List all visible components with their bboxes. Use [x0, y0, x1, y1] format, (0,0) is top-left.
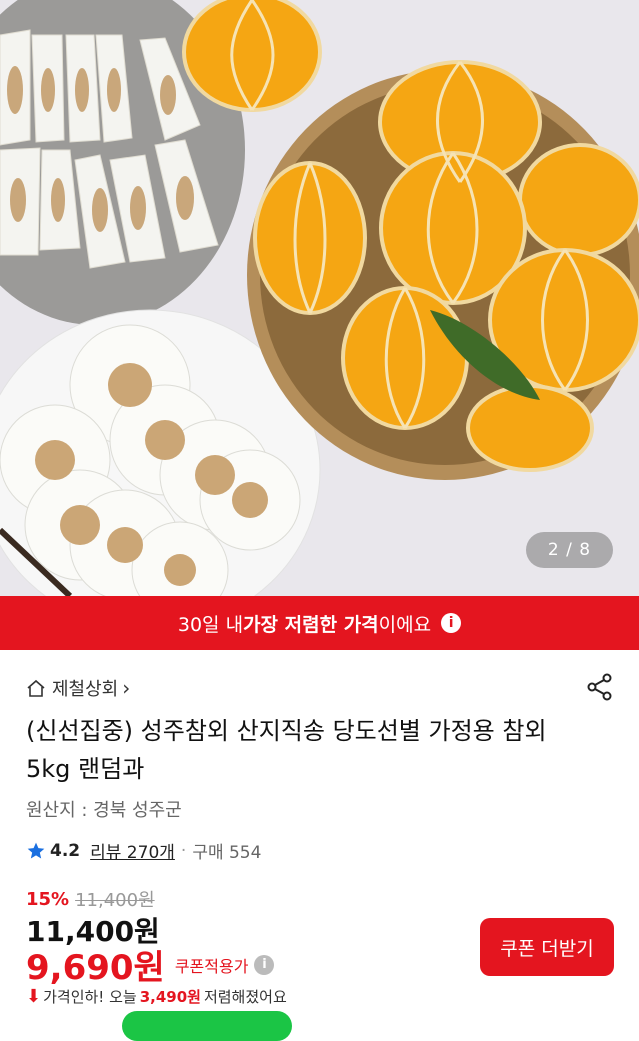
info-icon[interactable]: i — [441, 613, 462, 633]
arrow-down-icon: ⬇ — [26, 986, 42, 1007]
store-name: 제철상회 — [52, 679, 119, 700]
star-icon — [27, 842, 45, 858]
product-origin: 원산지 : 경북 성주군 — [26, 800, 182, 821]
rating-row[interactable]: 4.2 리뷰 270개 · 구매 554 — [26, 838, 261, 863]
price-drop-amount: 3,490원 — [139, 988, 201, 1006]
home-icon — [27, 679, 45, 697]
coupon-price: 9,690원 — [26, 948, 165, 988]
discount-rate: 15% — [26, 888, 70, 910]
image-counter: 2 / 8 — [526, 532, 613, 568]
price-drop-notice: ⬇ 가격인하! 오늘 3,490원 저렴해졌어요 — [26, 986, 287, 1007]
rating-score: 4.2 — [50, 840, 81, 861]
green-action-button[interactable] — [122, 1011, 292, 1041]
chevron-right-icon: › — [122, 676, 131, 700]
share-icon[interactable] — [585, 672, 615, 702]
product-image-gallery[interactable]: 2 / 8 — [0, 0, 639, 596]
info-icon[interactable]: i — [254, 954, 275, 975]
original-price: 11,400원 — [75, 890, 155, 911]
discount-row: 15% 11,400원 — [26, 886, 155, 912]
product-title: (신선집중) 성주참외 산지직송 당도선별 가정용 참외 5kg 랜덤과 — [26, 717, 547, 783]
coupon-price-row: 9,690원 쿠폰적용가 i — [26, 940, 275, 989]
banner-text-prefix: 30일 내 — [177, 613, 244, 636]
price-drop-suffix: 저렴해졌어요 — [203, 988, 287, 1006]
store-link[interactable]: 제철상회 › — [26, 675, 130, 701]
banner-text-bold: 가장 저렴한 가격 — [243, 613, 379, 636]
melon-photo — [0, 0, 639, 596]
price-drop-prefix: 가격인하! 오늘 — [43, 988, 137, 1006]
banner-text-suffix: 이에요 — [378, 613, 432, 636]
lowest-price-banner[interactable]: 30일 내 가장 저렴한 가격 이에요 i — [0, 596, 639, 650]
purchase-count: 구매 554 — [192, 843, 262, 863]
separator: · — [180, 840, 187, 861]
coupon-price-label: 쿠폰적용가 — [174, 956, 249, 976]
review-count-link[interactable]: 리뷰 270개 — [90, 838, 175, 863]
get-more-coupons-button[interactable]: 쿠폰 더받기 — [480, 918, 614, 976]
